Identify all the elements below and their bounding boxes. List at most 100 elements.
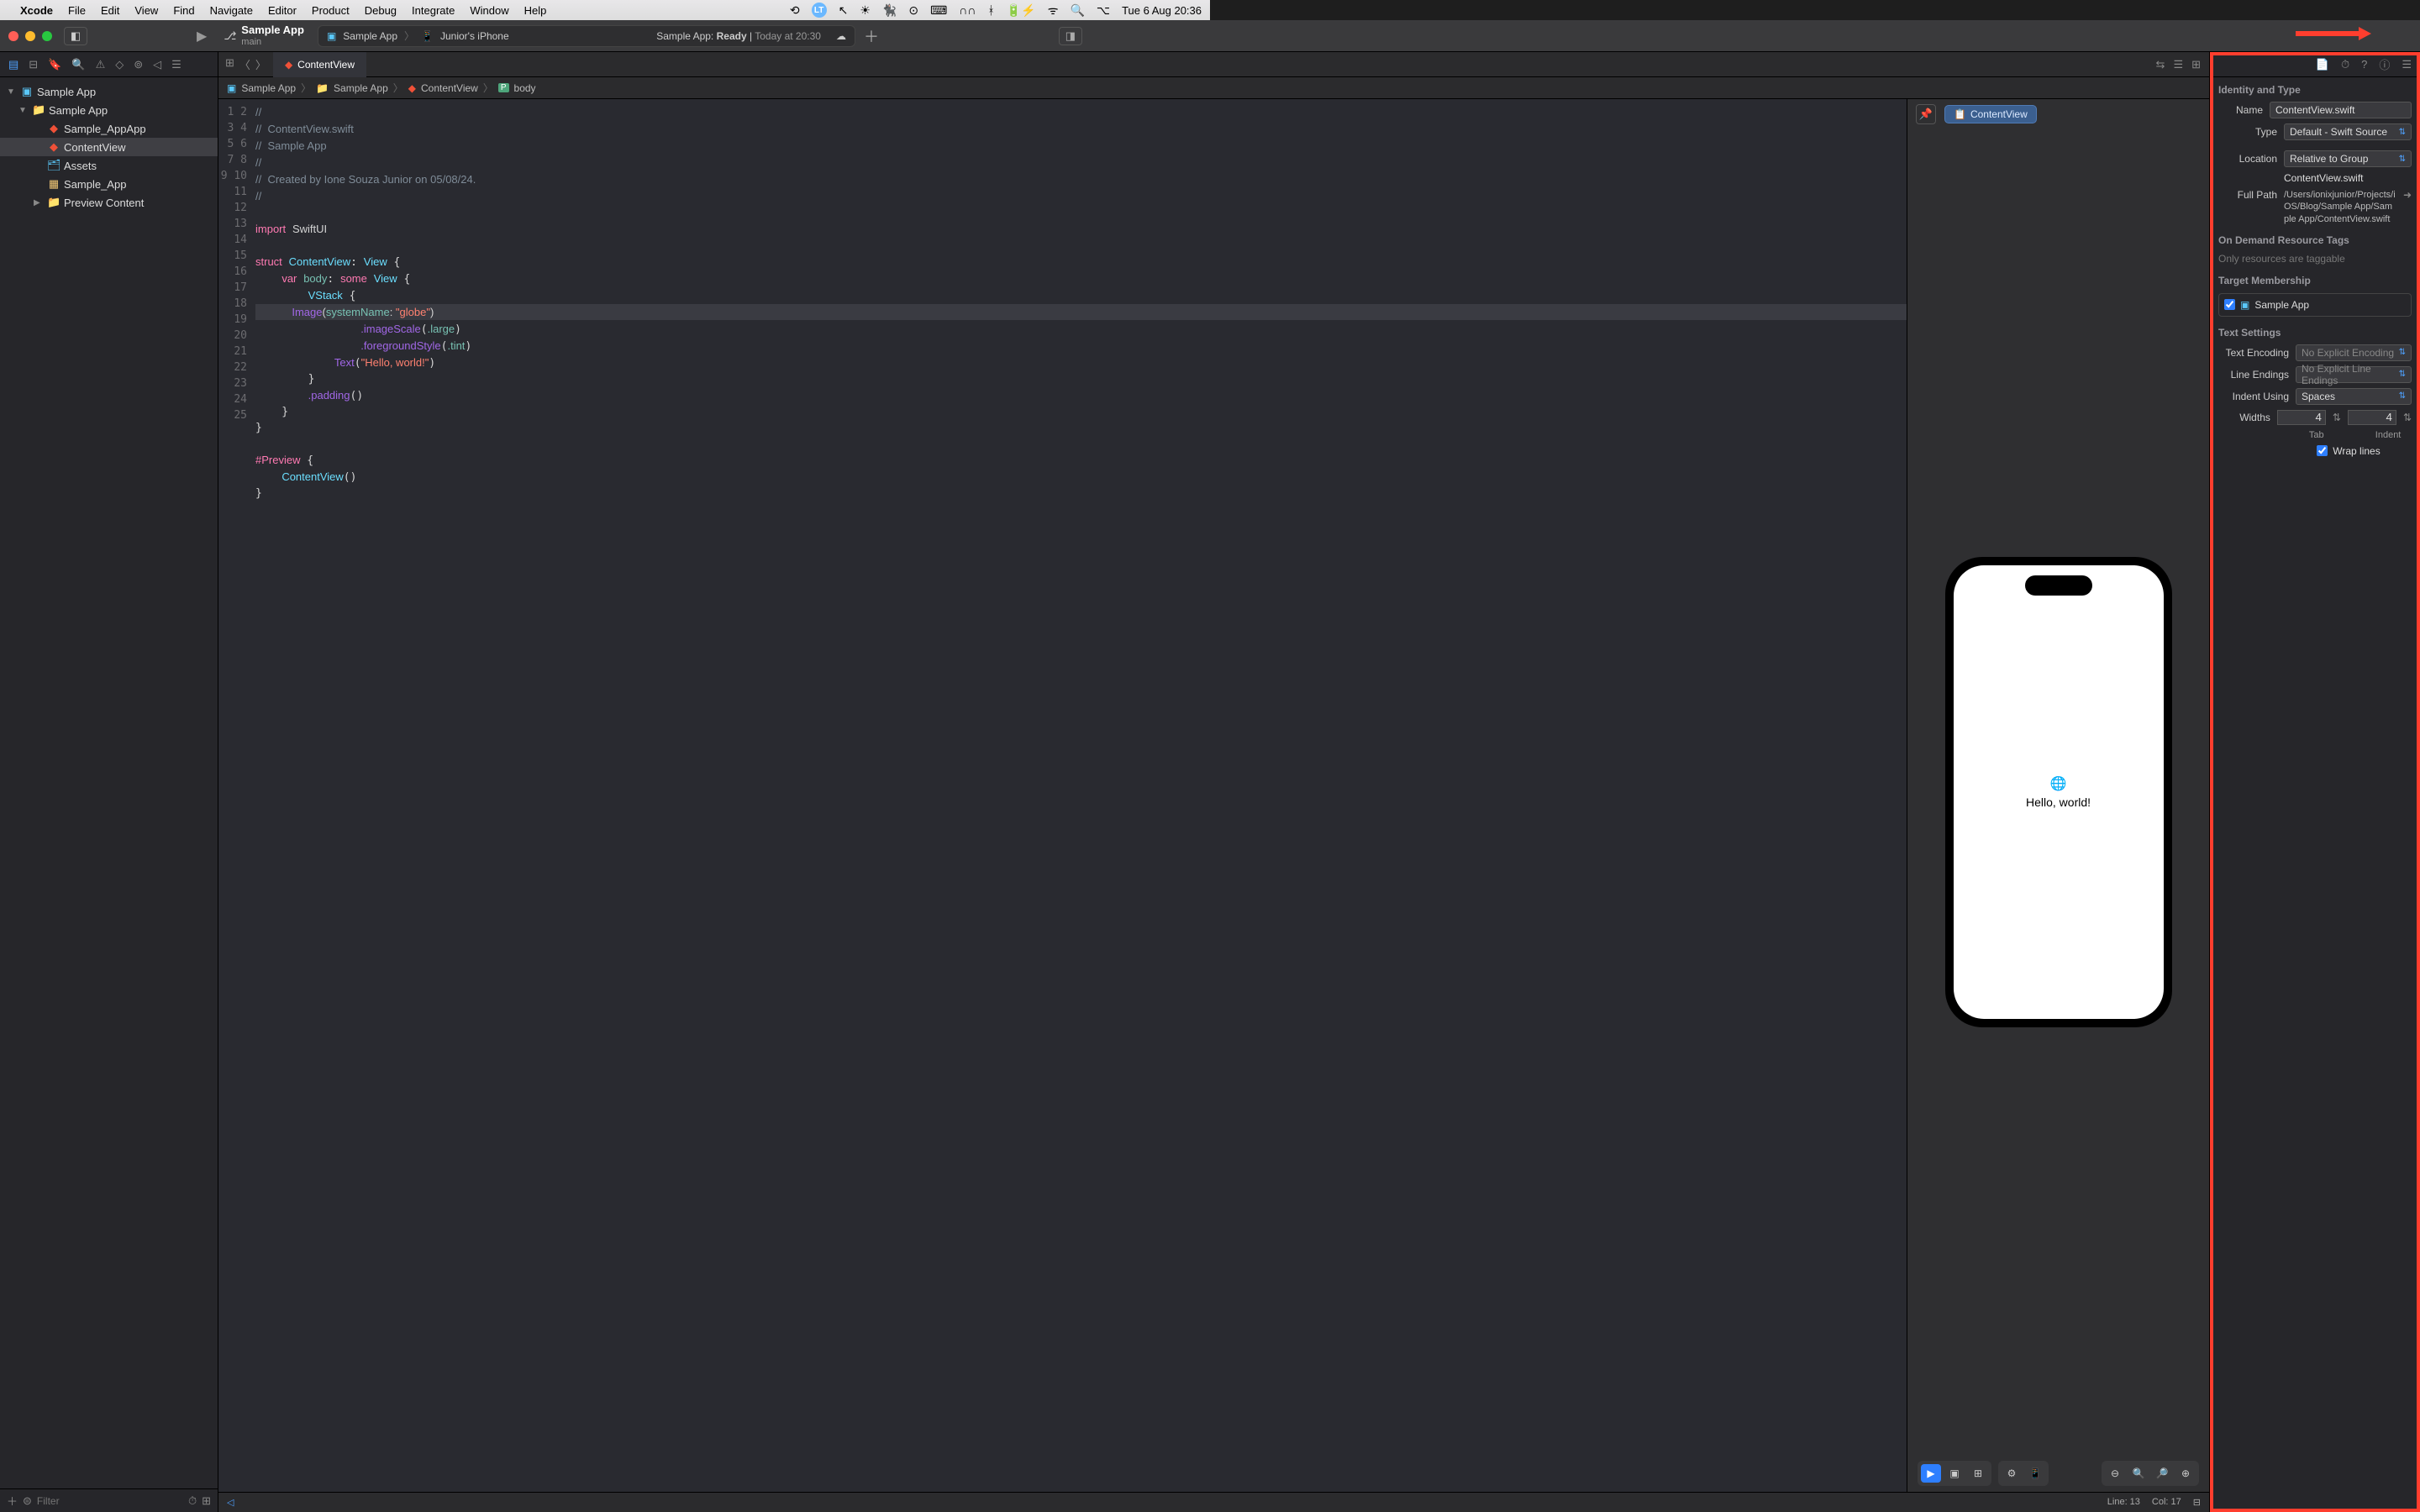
- nav-back-button[interactable]: 〈: [239, 56, 250, 72]
- tree-project-root[interactable]: ▼▣Sample App: [0, 82, 218, 101]
- add-button[interactable]: ＋: [864, 25, 879, 47]
- jumpbar-group[interactable]: Sample App: [334, 82, 388, 94]
- brightness-icon[interactable]: ☀: [860, 3, 871, 18]
- menu-view[interactable]: View: [134, 4, 158, 17]
- device-screen[interactable]: 🌐 Hello, world!: [1954, 565, 2164, 1019]
- minimap-icon[interactable]: ☰: [2173, 58, 2183, 71]
- device-settings-button[interactable]: ⚙: [2002, 1464, 2022, 1483]
- jumpbar-project[interactable]: Sample App: [241, 82, 296, 94]
- branch-icon[interactable]: ⎇: [224, 29, 236, 43]
- menu-product[interactable]: Product: [312, 4, 350, 17]
- spotlight-icon[interactable]: 🔍: [1070, 3, 1084, 18]
- zoom-actual-button[interactable]: 🔎: [2152, 1464, 2172, 1483]
- adjust-inspector-icon[interactable]: ☰: [2402, 58, 2412, 71]
- filter-scope-icon[interactable]: ⊜: [23, 1494, 32, 1508]
- reveal-in-finder-icon[interactable]: ➜: [2403, 189, 2412, 201]
- breakpoint-toggle-icon[interactable]: ◁: [227, 1497, 234, 1508]
- toggle-navigator-button[interactable]: ◧: [64, 27, 87, 45]
- scheme-status-bar[interactable]: ▣ Sample App 〉 📱 Junior's iPhone Sample …: [318, 25, 855, 47]
- wifi-icon[interactable]: ᯤ: [1048, 3, 1059, 18]
- project-title[interactable]: Sample App main: [241, 24, 304, 46]
- languagetool-icon[interactable]: LT: [812, 3, 827, 18]
- file-inspector-icon[interactable]: 📄: [2316, 58, 2329, 71]
- cursor-icon[interactable]: ↖: [839, 3, 849, 18]
- issue-navigator-icon[interactable]: ⚠: [96, 58, 106, 71]
- jumpbar-file[interactable]: ContentView: [421, 82, 478, 94]
- filter-input[interactable]: [37, 1495, 183, 1507]
- tree-group[interactable]: ▼📁Sample App: [0, 101, 218, 119]
- project-navigator-icon[interactable]: ▤: [8, 58, 18, 71]
- menu-debug[interactable]: Debug: [365, 4, 397, 17]
- target-checkbox-row[interactable]: ▣ Sample App: [2224, 299, 2406, 311]
- zoom-fit-button[interactable]: 🔍: [2128, 1464, 2149, 1483]
- menu-find[interactable]: Find: [173, 4, 194, 17]
- breakpoint-navigator-icon[interactable]: ◁: [153, 58, 161, 71]
- menu-integrate[interactable]: Integrate: [412, 4, 455, 17]
- zoom-in-button[interactable]: ⊕: [2175, 1464, 2196, 1483]
- menu-file[interactable]: File: [68, 4, 86, 17]
- preview-chip[interactable]: 📋 ContentView: [1944, 105, 2037, 123]
- debug-navigator-icon[interactable]: ⊚: [134, 58, 143, 71]
- app-menu[interactable]: Xcode: [20, 4, 53, 17]
- battery-icon[interactable]: 🔋⚡: [1007, 3, 1036, 18]
- keyboard-icon[interactable]: ⌨: [930, 3, 947, 18]
- code-editor[interactable]: 1 2 3 4 5 6 7 8 9 10 11 12 13 14 15 16 1…: [218, 99, 1907, 1492]
- jumpbar-symbol[interactable]: body: [514, 82, 536, 94]
- recent-filter-icon[interactable]: ⏱: [188, 1494, 197, 1508]
- code-content[interactable]: // // ContentView.swift // Sample App //…: [255, 99, 1907, 1492]
- selectable-preview-button[interactable]: ▣: [1944, 1464, 1965, 1483]
- zoom-window-button[interactable]: [42, 31, 52, 41]
- menu-navigate[interactable]: Navigate: [210, 4, 253, 17]
- pin-preview-button[interactable]: 📌: [1916, 104, 1936, 124]
- timemachine-icon[interactable]: ⟲: [790, 3, 800, 18]
- indent-select[interactable]: Spaces⇅: [2296, 388, 2412, 405]
- minimize-window-button[interactable]: [25, 31, 35, 41]
- cloud-toggle-icon[interactable]: ☁: [836, 30, 846, 42]
- wrap-lines-row[interactable]: Wrap lines: [2317, 445, 2380, 457]
- live-preview-button[interactable]: ▶: [1921, 1464, 1941, 1483]
- zoom-out-button[interactable]: ⊖: [2105, 1464, 2125, 1483]
- history-inspector-icon[interactable]: ⏱: [2341, 58, 2349, 71]
- related-items-icon[interactable]: ⊞: [225, 56, 234, 72]
- source-control-navigator-icon[interactable]: ⊟: [29, 58, 38, 71]
- name-field[interactable]: [2270, 102, 2412, 118]
- clock[interactable]: Tue 6 Aug 20:36: [1122, 4, 1202, 17]
- test-navigator-icon[interactable]: ◇: [115, 58, 124, 71]
- bluetooth-icon[interactable]: ᚼ: [987, 3, 994, 17]
- play-icon[interactable]: ⊙: [908, 3, 918, 18]
- bookmark-navigator-icon[interactable]: 🔖: [48, 58, 61, 71]
- help-inspector-icon[interactable]: ?: [2361, 58, 2367, 71]
- location-select[interactable]: Relative to Group⇅: [2284, 150, 2412, 167]
- encoding-select[interactable]: No Explicit Encoding⇅: [2296, 344, 2412, 361]
- debug-area-toggle-icon[interactable]: ⊟: [2193, 1497, 2201, 1508]
- toggle-inspector-button[interactable]: ◨: [1059, 27, 1082, 45]
- sync-icon[interactable]: ⇆: [2156, 58, 2165, 71]
- target-checkbox[interactable]: [2224, 299, 2235, 310]
- attributes-inspector-icon[interactable]: ⓘ: [2379, 56, 2390, 72]
- report-navigator-icon[interactable]: ☰: [171, 58, 182, 71]
- scm-filter-icon[interactable]: ⊞: [202, 1494, 211, 1508]
- add-file-button[interactable]: ＋: [7, 1493, 18, 1509]
- menu-edit[interactable]: Edit: [101, 4, 119, 17]
- type-select[interactable]: Default - Swift Source⇅: [2284, 123, 2412, 140]
- device-button[interactable]: 📱: [2025, 1464, 2045, 1483]
- nav-forward-button[interactable]: 〉: [255, 56, 266, 72]
- adjust-editor-icon[interactable]: ⊞: [2191, 58, 2201, 71]
- menu-help[interactable]: Help: [524, 4, 547, 17]
- tree-folder-preview[interactable]: ▶📁Preview Content: [0, 193, 218, 212]
- indent-width-field[interactable]: [2348, 410, 2396, 425]
- tree-file-contentview[interactable]: ◆ContentView: [0, 138, 218, 156]
- close-window-button[interactable]: [8, 31, 18, 41]
- lineendings-select[interactable]: No Explicit Line Endings⇅: [2296, 366, 2412, 383]
- variants-button[interactable]: ⊞: [1968, 1464, 1988, 1483]
- wrap-lines-checkbox[interactable]: [2317, 445, 2328, 456]
- cat-icon[interactable]: 🐈‍⬛: [882, 3, 897, 18]
- tab-width-field[interactable]: [2277, 410, 2326, 425]
- find-navigator-icon[interactable]: 🔍: [71, 58, 85, 71]
- control-center-icon[interactable]: ⌥: [1097, 3, 1110, 18]
- menu-editor[interactable]: Editor: [268, 4, 297, 17]
- tree-file-entitlements[interactable]: ▦Sample_App: [0, 175, 218, 193]
- airpods-icon[interactable]: ∩∩: [959, 3, 976, 17]
- tree-file-assets[interactable]: 🗂Assets: [0, 156, 218, 175]
- jump-bar[interactable]: ▣ Sample App 〉 📁 Sample App 〉 ◆ ContentV…: [218, 77, 2209, 99]
